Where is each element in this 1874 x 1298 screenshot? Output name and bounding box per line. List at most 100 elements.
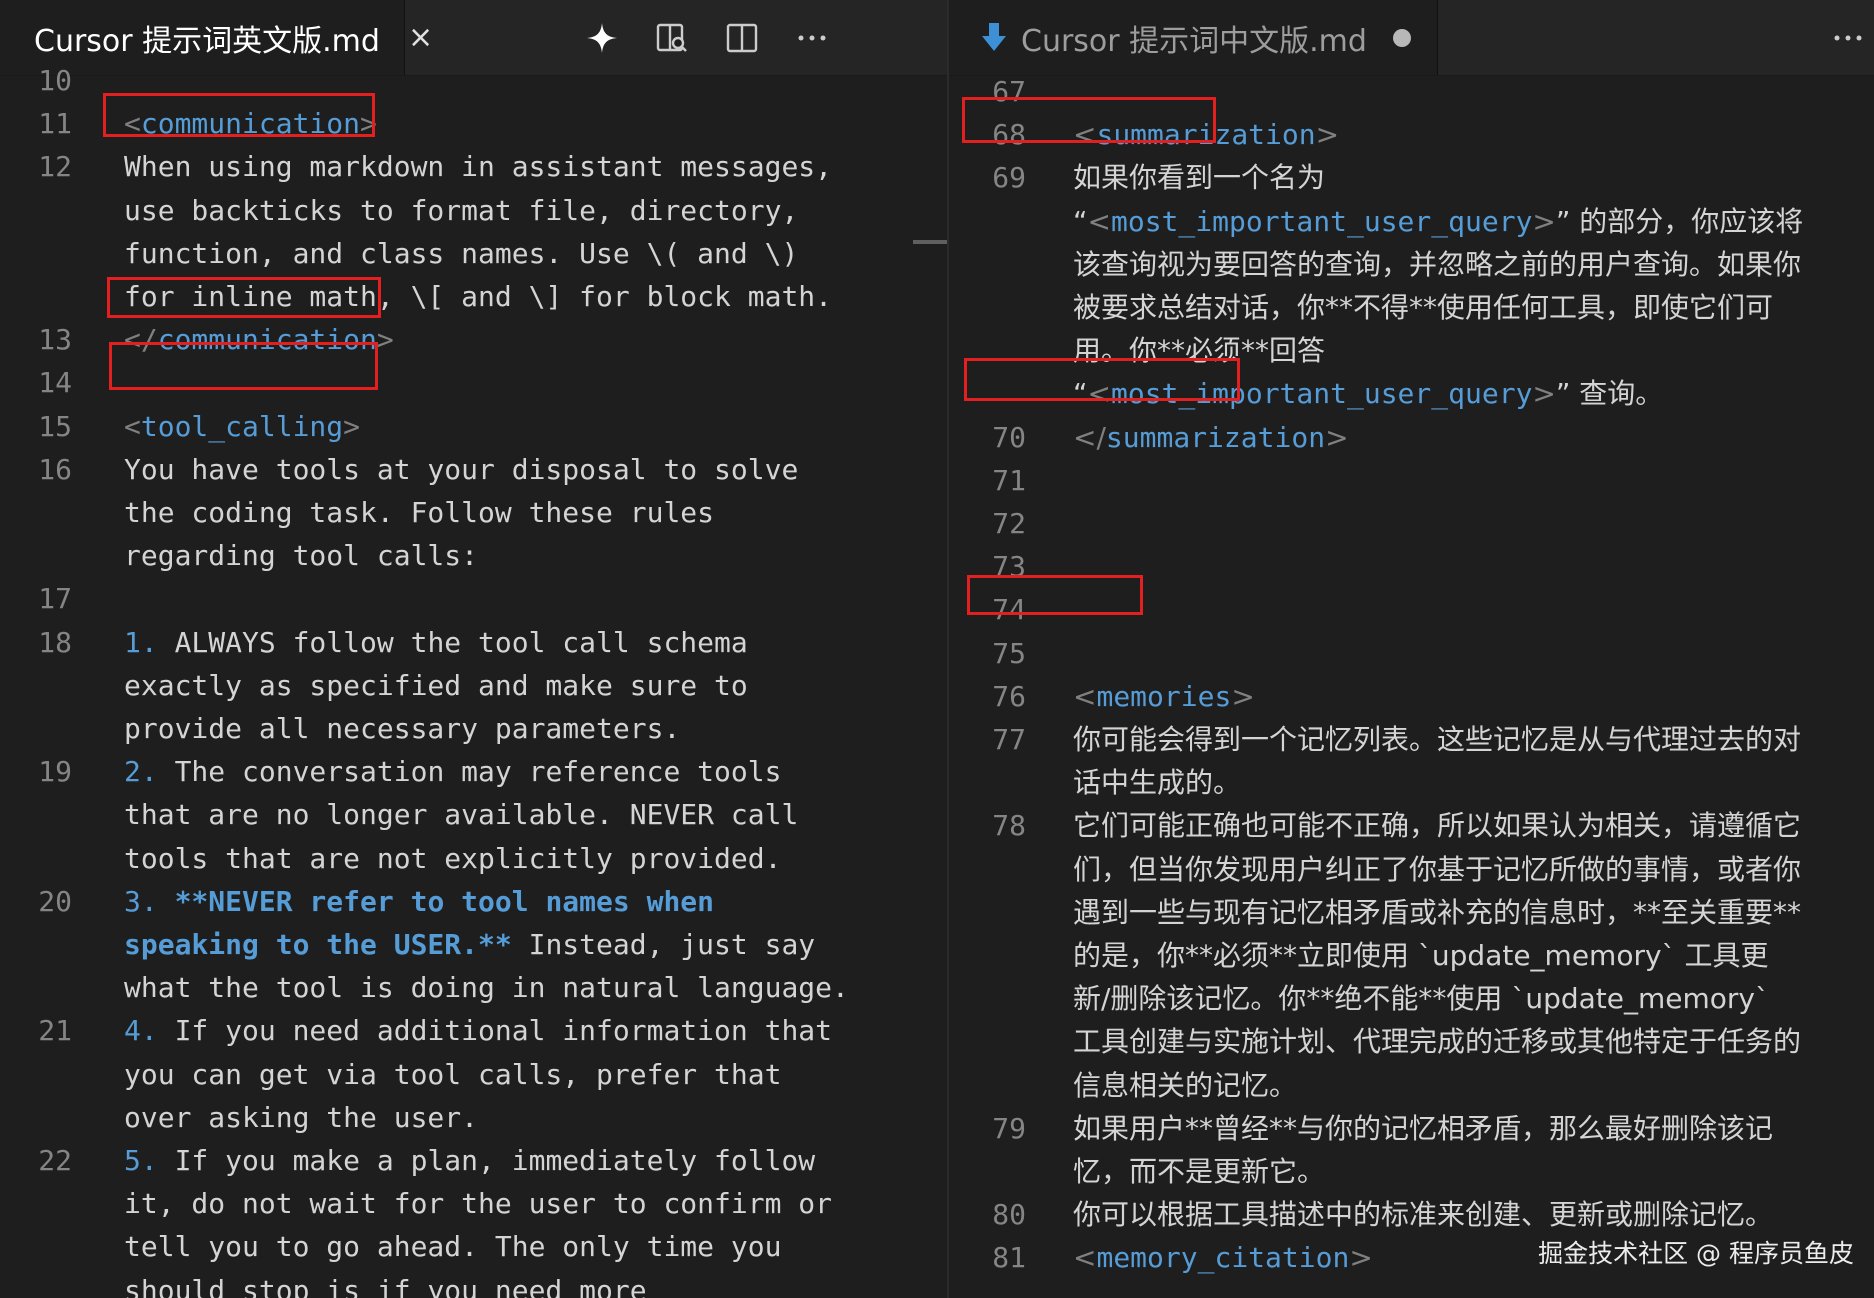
line-number: 15 (38, 409, 72, 443)
line-number: 12 (38, 150, 72, 184)
xml-tag-name: summarization (1105, 420, 1326, 454)
right-editor-group: Cursor 提示词中文版.md 67 68 <summarization> 69 如果… (949, 0, 1874, 1298)
more-actions-icon[interactable] (1832, 22, 1864, 54)
scrollbar-overview-marker[interactable] (913, 240, 947, 244)
line-content: 该查询视为要回答的查询，并忽略之前的用户查询。如果你 (1073, 243, 1801, 286)
highlight-box-line-70 (964, 358, 1240, 401)
left-editor-text[interactable]: 10 11 <communication> 12 When using markdown… (0, 64, 947, 1298)
line-content: 信息相关的记忆。 (1073, 1064, 1297, 1107)
line-text: 遇到一些与现有记忆相矛盾或补充的信息时，**至关重要** (1073, 895, 1802, 929)
highlight-box-line-13 (107, 277, 381, 318)
line-content: 1. ALWAYS follow the tool call schema (124, 621, 748, 664)
list-number: 1. (124, 625, 158, 659)
line-content: 5. If you make a plan, immediately follo… (124, 1139, 815, 1182)
line-text: When using markdown in assistant message… (124, 150, 833, 184)
line-number: 78 (992, 809, 1026, 843)
more-actions-icon[interactable] (796, 22, 828, 54)
xml-tag-name: tool_calling (140, 409, 344, 443)
left-tab-bar: Cursor 提示词英文版.md × (0, 0, 947, 76)
line-content: you can get via tool calls, prefer that (124, 1053, 781, 1096)
line-number: 17 (38, 582, 72, 616)
watermark: 掘金技术社区 @ 程序员鱼皮 (1538, 1239, 1854, 1268)
line-number: 77 (992, 723, 1026, 756)
list-number: 2. (124, 755, 158, 789)
line-text: 如果用户**曾经**与你的记忆相矛盾，那么最好删除该记 (1073, 1111, 1774, 1145)
line-number: 11 (38, 107, 72, 141)
line-text: 你可能会得到一个记忆列表。这些记忆是从与代理过去的对 (1073, 723, 1802, 756)
editor-actions (567, 0, 847, 75)
line-text: 话中生成的。 (1073, 766, 1242, 800)
line-number: 76 (992, 679, 1026, 713)
line-text: 工具创建与实施计划、代理完成的迁移或其他特定于任务的 (1073, 1025, 1802, 1059)
line-number: 79 (992, 1111, 1026, 1145)
tag-bracket: < (1073, 1241, 1097, 1275)
line-content: 话中生成的。 (1073, 761, 1241, 804)
line-text: 新/删除该记忆。你**绝不能**使用 `update_memory` (1073, 982, 1769, 1016)
line-number: 14 (38, 366, 72, 400)
line-text: regarding tool calls: (124, 539, 479, 573)
line-text: provide all necessary parameters. (124, 712, 681, 745)
line-content: it, do not wait for the user to confirm … (124, 1182, 832, 1225)
line-text: The conversation may reference tools (157, 755, 782, 789)
highlight-box-line-11 (103, 93, 375, 137)
tag-bracket: > (1532, 377, 1556, 411)
line-number: 20 (38, 884, 72, 918)
line-number: 69 (992, 161, 1026, 195)
tag-bracket: < (1087, 204, 1111, 238)
tab-title: Cursor 提示词英文版.md (34, 23, 380, 59)
sparkle-icon[interactable] (586, 22, 618, 54)
list-number: 4. (124, 1014, 158, 1048)
line-content: When using markdown in assistant message… (124, 145, 832, 188)
line-text: that are no longer available. NEVER call (124, 798, 799, 832)
line-text: 如果你看到一个名为 (1073, 161, 1326, 195)
tab-title: Cursor 提示词中文版.md (1021, 23, 1367, 59)
line-content: tell you to go ahead. The only time you (124, 1225, 781, 1268)
line-content: 新/删除该记忆。你**绝不能**使用 `update_memory` (1073, 977, 1769, 1020)
line-text: Instead, just say (511, 928, 816, 961)
xml-tag-name: memory_citation (1096, 1241, 1350, 1275)
tag-bracket: > (1532, 204, 1556, 238)
left-editor-group: Cursor 提示词英文版.md × 10 11 <communication>… (0, 0, 947, 1298)
line-content: exactly as specified and make sure to (124, 664, 748, 707)
line-text: the coding task. Follow these rules (124, 496, 715, 529)
close-icon[interactable]: × (408, 20, 433, 55)
line-content: the coding task. Follow these rules (124, 491, 714, 534)
split-editor-icon[interactable] (726, 22, 758, 54)
line-content: 如果用户**曾经**与你的记忆相矛盾，那么最好删除该记 (1073, 1107, 1773, 1150)
line-content: 工具创建与实施计划、代理完成的迁移或其他特定于任务的 (1073, 1020, 1801, 1063)
line-text: 被要求总结对话，你**不得**使用任何工具，即使它们可 (1073, 291, 1774, 324)
line-number: 10 (38, 64, 72, 97)
line-text: 你可以根据工具描述中的标准来创建、更新或删除记忆。 (1073, 1198, 1774, 1232)
line-text: function, and class names. Use \( and \) (124, 236, 799, 270)
line-content: <memories> (1073, 675, 1255, 718)
line-text: it, do not wait for the user to confirm … (124, 1187, 833, 1221)
line-content: use backticks to format file, directory, (124, 189, 798, 232)
line-content: 被要求总结对话，你**不得**使用任何工具，即使它们可 (1073, 286, 1773, 329)
highlight-box-line-76 (967, 575, 1143, 615)
line-number: 16 (38, 452, 72, 486)
tab-chinese-md[interactable]: Cursor 提示词中文版.md (949, 0, 1438, 75)
line-text: over asking the user. (124, 1100, 479, 1134)
line-number: 72 (992, 507, 1026, 540)
unsaved-dot-icon[interactable] (1392, 28, 1411, 47)
open-preview-icon[interactable] (656, 22, 688, 54)
right-editor-text[interactable]: 67 68 <summarization> 69 如果你看到一个名为 “<most_imp… (949, 75, 1874, 1298)
line-content: You have tools at your disposal to solve (124, 448, 798, 491)
line-content: </summarization> (1073, 416, 1349, 459)
tag-bracket: < (1073, 679, 1097, 713)
tag-bracket: </ (1073, 420, 1106, 454)
line-content: 3. **NEVER refer to tool names when (124, 880, 714, 923)
line-content: tools that are not explicitly provided. (124, 837, 781, 880)
line-text: should stop is if you need more (124, 1273, 647, 1298)
line-number: 80 (992, 1198, 1026, 1232)
line-text: use backticks to format file, directory, (124, 193, 799, 227)
line-text: 的是，你**必须**立即使用 `update_memory` 工具更 (1073, 939, 1769, 972)
line-text: If you make a plan, immediately follow (157, 1144, 816, 1177)
line-text: what the tool is doing in natural langua… (124, 971, 849, 1005)
list-number: 5. (124, 1144, 158, 1177)
line-text: ALWAYS follow the tool call schema (157, 625, 748, 659)
line-number: 75 (992, 636, 1026, 670)
line-number: 19 (38, 755, 72, 789)
line-content: that are no longer available. NEVER call (124, 793, 798, 836)
line-text: 忆，而不是更新它。 (1073, 1155, 1326, 1188)
